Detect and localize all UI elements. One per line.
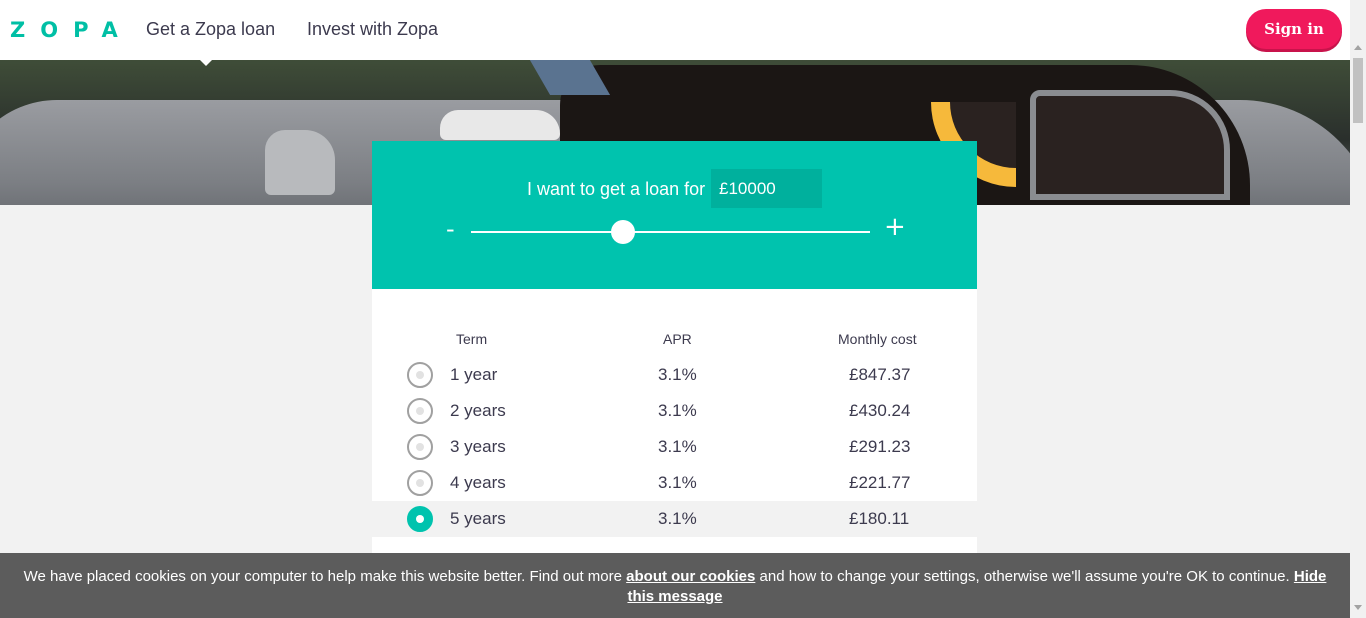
loan-slider-track[interactable] [471,231,870,233]
cookie-banner: We have placed cookies on your computer … [0,553,1350,618]
term-value: 4 years [450,473,506,492]
term-radio[interactable] [407,470,433,496]
term-row[interactable]: 2 years 3.1% £430.24 [372,393,977,429]
loan-amount-input[interactable] [711,169,822,208]
monthly-cost-value: £291.23 [849,437,911,456]
cookie-text: We have placed cookies on your computer … [23,568,627,585]
apr-value: 3.1% [658,509,697,528]
term-value: 5 years [450,509,506,528]
sneaker [440,110,560,140]
active-nav-indicator [199,59,213,66]
apr-value: 3.1% [658,365,697,384]
car-rear-window [1030,90,1230,200]
scrollbar-thumb[interactable] [1353,58,1363,123]
cookie-text-continued: and how to change your settings, otherwi… [755,568,1294,585]
scroll-up-arrow-icon[interactable] [1354,45,1362,50]
term-radio[interactable] [407,506,433,532]
car-mirror [265,130,335,195]
term-radio[interactable] [407,398,433,424]
page-scrollbar[interactable] [1350,0,1366,618]
term-row[interactable]: 1 year 3.1% £847.37 [372,357,977,393]
apr-value: 3.1% [658,473,697,492]
term-value: 2 years [450,401,506,420]
column-header-apr: APR [663,331,692,347]
term-value: 3 years [450,437,506,456]
loan-prompt: I want to get a loan for [527,179,706,199]
nav-invest[interactable]: Invest with Zopa [307,19,438,40]
apr-value: 3.1% [658,401,697,420]
monthly-cost-value: £430.24 [849,401,911,420]
term-radio[interactable] [407,434,433,460]
loan-slider-handle[interactable] [610,220,635,244]
monthly-cost-value: £180.11 [849,509,910,528]
column-header-monthly-cost: Monthly cost [838,331,917,347]
apr-value: 3.1% [658,437,697,456]
sign-in-button[interactable]: Sign in [1246,9,1342,49]
nav-get-loan[interactable]: Get a Zopa loan [146,19,275,40]
zopa-logo[interactable]: ZOPA [10,18,133,42]
term-row[interactable]: 3 years 3.1% £291.23 [372,429,977,465]
about-cookies-link[interactable]: about our cookies [626,568,755,585]
term-radio[interactable] [407,362,433,388]
term-value: 1 year [450,365,498,384]
monthly-cost-value: £221.77 [849,473,911,492]
increase-button[interactable]: + [884,212,906,242]
term-row[interactable]: 4 years 3.1% £221.77 [372,465,977,501]
monthly-cost-value: £847.37 [849,365,911,384]
decrease-button[interactable]: - [446,215,455,243]
site-header: ZOPA Get a Zopa loan Invest with Zopa Si… [0,0,1350,60]
term-row[interactable]: 5 years 3.1% £180.11 [372,501,977,537]
page: ZOPA Get a Zopa loan Invest with Zopa Si… [0,0,1366,618]
scroll-down-arrow-icon[interactable] [1354,605,1362,610]
column-header-term: Term [456,331,488,347]
